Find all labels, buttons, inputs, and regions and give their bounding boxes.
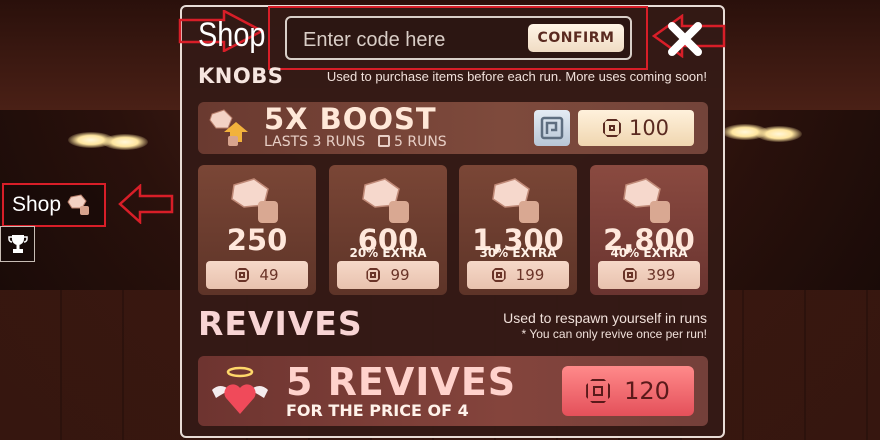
boost-offer: 5X BOOST LASTS 3 RUNS 5 RUNS 100 [198, 102, 708, 154]
ceiling-lamp-left-2 [102, 134, 148, 150]
sidebar-shop-button[interactable]: Shop [2, 183, 106, 227]
knobs-section-title: KNOBS [198, 64, 284, 88]
knob-pack-amount: 250 [226, 223, 288, 257]
revives-section-title: REVIVES [198, 304, 363, 343]
revive-buy-button[interactable]: 120 [562, 366, 694, 416]
boost-runs: 5 RUNS [378, 134, 447, 150]
revives-description: Used to respawn yourself in runs [503, 310, 707, 326]
revive-price: 120 [624, 377, 670, 405]
knob-pack-extra: 30% EXTRA [479, 246, 557, 260]
boost-title: 5X BOOST [264, 102, 437, 136]
boost-runs-label: 5 RUNS [394, 134, 447, 150]
code-input[interactable] [301, 26, 515, 54]
knob-pack-card[interactable]: 250 49 [198, 165, 316, 295]
knob-icon [67, 194, 89, 215]
winged-heart-icon [212, 366, 268, 414]
knob-pack-card[interactable]: 600 20% EXTRA 99 [329, 165, 447, 295]
knob-pack-card[interactable]: 2,800 40% EXTRA 399 [590, 165, 708, 295]
revive-offer: 5 REVIVES FOR THE PRICE OF 4 120 [198, 356, 708, 426]
knob-pack-price-button[interactable]: 199 [467, 261, 569, 289]
trophy-icon [7, 235, 28, 253]
sidebar-shop-label: Shop [12, 193, 62, 216]
boost-buy-button[interactable]: 100 [578, 110, 694, 146]
pointer-arrow-sidebar [118, 184, 174, 224]
revive-offer-title: 5 REVIVES [286, 360, 517, 404]
knob-pack-price: 99 [390, 266, 410, 284]
boost-price: 100 [628, 116, 670, 140]
page-title: Shop [198, 16, 266, 54]
knob-pack-price-button[interactable]: 49 [206, 261, 308, 289]
revives-note: * You can only revive once per run! [521, 327, 707, 341]
knob-pack-price-button[interactable]: 99 [337, 261, 439, 289]
knob-pack-extra: 40% EXTRA [610, 246, 688, 260]
knobs-description: Used to purchase items before each run. … [326, 69, 707, 84]
boost-duration: LASTS 3 RUNS [264, 134, 366, 150]
pass-button[interactable] [534, 110, 570, 146]
close-icon[interactable] [666, 20, 704, 58]
robux-icon [492, 268, 506, 282]
robux-icon [623, 268, 637, 282]
robux-icon [586, 379, 610, 403]
knob-pack-card[interactable]: 1,300 30% EXTRA 199 [459, 165, 577, 295]
knob-pack-price: 199 [515, 266, 545, 284]
robux-icon [235, 268, 249, 282]
knob-pack-price: 49 [259, 266, 279, 284]
knob-pack-price-button[interactable]: 399 [598, 261, 700, 289]
revive-offer-subtitle: FOR THE PRICE OF 4 [286, 401, 469, 420]
pass-icon [378, 135, 390, 147]
knob-pack-price: 399 [646, 266, 676, 284]
ceiling-lamp-right-2 [756, 126, 802, 142]
robux-icon [366, 268, 380, 282]
boost-icon [209, 109, 248, 146]
knob-pack-extra: 20% EXTRA [349, 246, 427, 260]
sidebar-trophy-button[interactable] [0, 226, 35, 262]
pass-icon [540, 116, 564, 140]
confirm-button[interactable]: CONFIRM [528, 24, 624, 52]
robux-icon [603, 119, 621, 137]
code-entry-box: CONFIRM [285, 16, 632, 60]
